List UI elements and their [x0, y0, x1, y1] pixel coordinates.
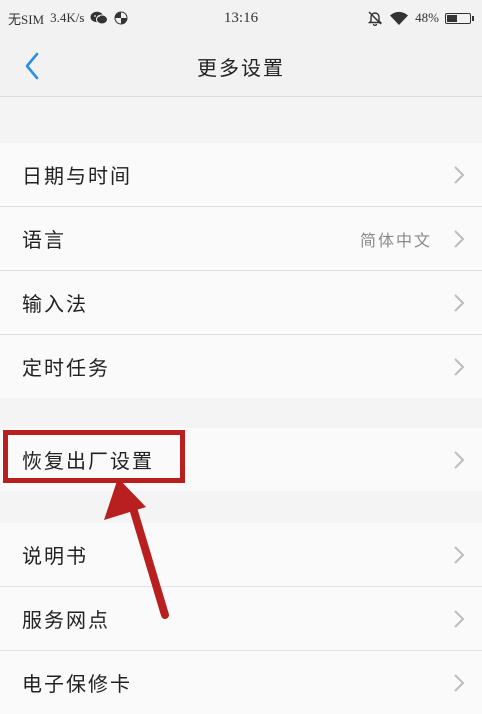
settings-row-factory-reset[interactable]: 恢复出厂设置: [0, 428, 482, 491]
row-label: 定时任务: [22, 356, 110, 380]
pinwheel-icon: [114, 11, 128, 25]
chevron-right-icon: [454, 230, 465, 248]
chevron-right-icon: [454, 166, 465, 184]
status-right: 48%: [367, 0, 474, 36]
battery-icon: [445, 12, 474, 24]
settings-group-general: 日期与时间 语言 简体中文 输入法 定时任务: [0, 143, 482, 398]
settings-row-scheduled-tasks[interactable]: 定时任务: [0, 335, 482, 398]
settings-group-reset: 恢复出厂设置: [0, 428, 482, 491]
chevron-right-icon: [454, 294, 465, 312]
row-label: 恢复出厂设置: [22, 449, 154, 473]
row-label: 输入法: [22, 292, 88, 316]
sim-status: 无SIM: [8, 11, 45, 27]
row-label: 电子保修卡: [22, 672, 132, 696]
row-label: 服务网点: [22, 608, 110, 632]
page-title: 更多设置: [197, 55, 285, 80]
row-label: 说明书: [22, 544, 88, 568]
row-label: 日期与时间: [22, 164, 132, 188]
chevron-right-icon: [454, 546, 465, 564]
chevron-right-icon: [454, 451, 465, 469]
settings-row-input-method[interactable]: 输入法: [0, 271, 482, 335]
title-bar: 更多设置: [0, 36, 482, 97]
settings-row-date-time[interactable]: 日期与时间: [0, 143, 482, 207]
bell-off-icon: [367, 10, 383, 26]
row-label: 语言: [22, 228, 66, 252]
chevron-right-icon: [454, 610, 465, 628]
status-bar: 无SIM 3.4K/s 13:16 48%: [0, 0, 482, 36]
settings-row-language[interactable]: 语言 简体中文: [0, 207, 482, 271]
chevron-right-icon: [454, 358, 465, 376]
row-value: 简体中文: [359, 230, 432, 250]
battery-fill: [447, 14, 457, 22]
settings-row-manual[interactable]: 说明书: [0, 523, 482, 587]
battery-percent: 48%: [415, 10, 439, 25]
wechat-icon: [90, 11, 109, 25]
chevron-right-icon: [454, 674, 465, 692]
network-speed: 3.4K/s: [50, 10, 85, 25]
status-left: 无SIM 3.4K/s: [8, 0, 128, 36]
settings-row-service-points[interactable]: 服务网点: [0, 587, 482, 651]
settings-group-support: 说明书 服务网点 电子保修卡: [0, 523, 482, 714]
wifi-icon: [389, 11, 409, 26]
settings-row-warranty-card[interactable]: 电子保修卡: [0, 651, 482, 714]
